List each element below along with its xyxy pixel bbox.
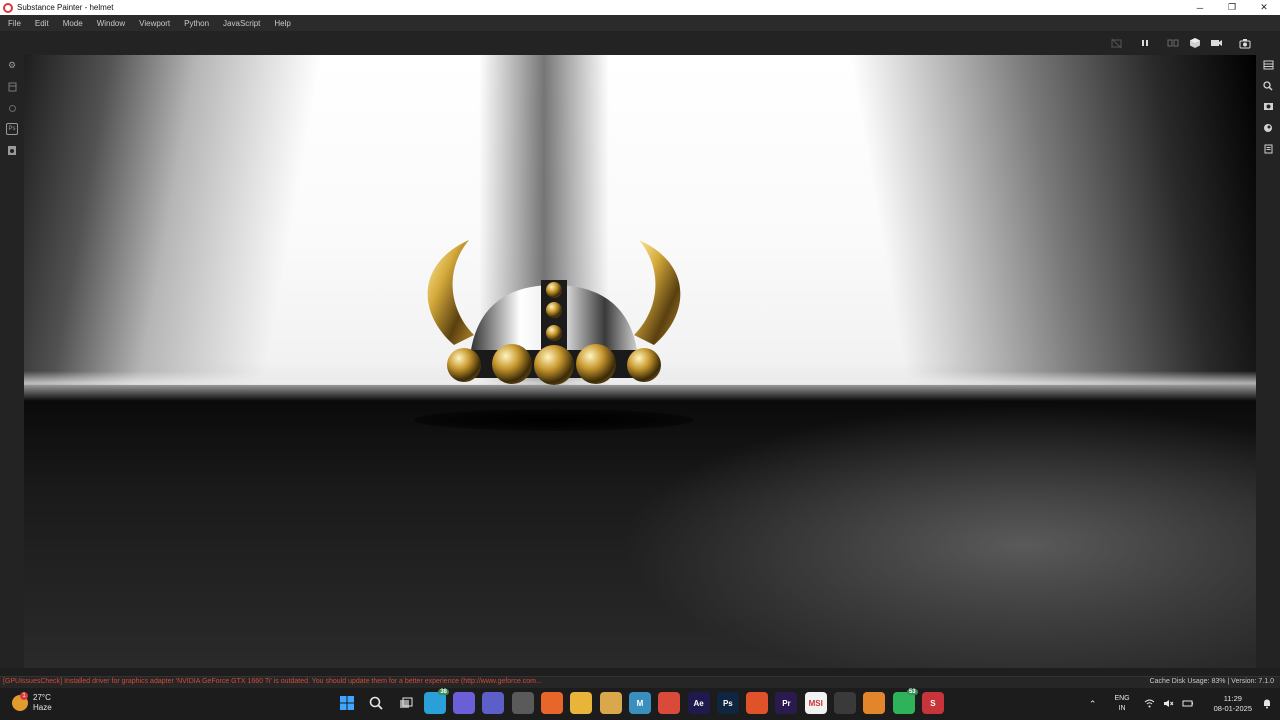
taskbar-app-label: Pr [782, 698, 791, 708]
menu-bar: File Edit Mode Window Viewport Python Ja… [0, 15, 1280, 31]
3d-viewport[interactable] [24, 55, 1256, 668]
clock[interactable]: 11:29 08-01-2025 [1214, 694, 1252, 714]
taskbar-apps: 38 M Ae Ps Pr MSI 53 S [336, 689, 951, 714]
maximize-button[interactable]: ❐ [1216, 0, 1248, 15]
clock-date: 08-01-2025 [1213, 704, 1252, 713]
blender-icon[interactable] [863, 692, 886, 714]
cache-version-info: Cache Disk Usage: 83% | Version: 7.1.0 [1149, 678, 1274, 685]
taskbar-app-label: MSI [808, 698, 823, 708]
telegram-icon[interactable]: 38 [423, 689, 449, 714]
substance-painter-icon[interactable]: S [921, 692, 944, 714]
minimize-button[interactable]: ─ [1184, 0, 1216, 15]
windows-taskbar: 1 27°C Haze 38 M Ae Ps Pr MSI 53 S ⌃ ENG IN 11:… [0, 688, 1280, 720]
photoshop-icon[interactable]: Ps [6, 123, 18, 135]
settings-icon[interactable] [511, 692, 534, 714]
window-title: Substance Painter - helmet [17, 3, 114, 12]
document-icon[interactable] [1262, 143, 1274, 155]
windows-start-icon[interactable] [336, 692, 358, 714]
settings-icon[interactable]: ⚙ [6, 59, 18, 71]
weather-badge: 1 [20, 692, 28, 700]
menu-help[interactable]: Help [270, 19, 294, 28]
weather-haze-icon: 1 [12, 692, 28, 711]
helmet-shadow [414, 409, 694, 431]
show-hidden-icons-chevron-icon[interactable]: ⌃ [1089, 699, 1097, 710]
environment-icon[interactable] [1262, 122, 1274, 134]
language-code: ENG [1114, 695, 1130, 702]
layer-icon[interactable] [6, 102, 18, 114]
right-dock [1256, 55, 1280, 668]
search-icon[interactable] [365, 692, 387, 714]
camera-icon[interactable] [1209, 36, 1223, 50]
msi-icon[interactable]: MSI [804, 692, 827, 714]
menu-viewport[interactable]: Viewport [135, 19, 174, 28]
menu-file[interactable]: File [4, 19, 25, 28]
close-button[interactable]: ✕ [1248, 0, 1280, 15]
left-dock: ⚙ Ps [0, 55, 24, 668]
copilot-icon[interactable] [453, 692, 476, 714]
brave-icon[interactable] [746, 692, 769, 714]
taskbar-app-label: M [636, 698, 644, 708]
taskbar-app-label: Ae [693, 698, 704, 708]
title-bar: Substance Painter - helmet ─ ❐ ✕ [0, 0, 1280, 15]
wifi-icon[interactable] [1144, 699, 1155, 710]
task-view-icon[interactable] [395, 692, 417, 714]
weather-description: Haze [33, 703, 52, 712]
helmet-3d-model [427, 240, 681, 385]
battery-icon[interactable] [1182, 699, 1194, 710]
system-tray: ⌃ ENG IN 11:29 08-01-2025 [1089, 692, 1272, 716]
status-bar: [GPUIssuesCheck] Installed driver for gr… [0, 676, 1280, 688]
premiere-icon[interactable]: Pr [775, 692, 798, 714]
after-effects-icon[interactable]: Ae [687, 692, 710, 714]
shelf-icon[interactable] [6, 81, 18, 93]
notification-count-badge: 53 [906, 689, 918, 695]
file-explorer-icon[interactable] [570, 692, 593, 714]
menu-javascript[interactable]: JavaScript [219, 19, 264, 28]
menu-python[interactable]: Python [180, 19, 213, 28]
screenshot-icon[interactable] [1238, 36, 1252, 50]
clock-time: 11:29 [1223, 694, 1242, 703]
zoom-icon[interactable] [1262, 80, 1274, 92]
menu-mode[interactable]: Mode [59, 19, 87, 28]
notification-count-badge: 38 [438, 689, 449, 695]
substance-designer-icon[interactable] [599, 692, 622, 714]
chrome-icon[interactable] [658, 692, 681, 714]
menu-edit[interactable]: Edit [31, 19, 53, 28]
weather-widget[interactable]: 1 27°C Haze [12, 692, 52, 713]
display-settings-icon[interactable] [1262, 101, 1274, 113]
pause-icon[interactable] [1138, 36, 1152, 50]
region-code: IN [1118, 705, 1126, 712]
notification-bell-icon[interactable] [1262, 698, 1272, 711]
split-view-icon[interactable] [1166, 36, 1180, 50]
viewport-toolbar [0, 31, 1280, 55]
teams-icon[interactable] [482, 692, 505, 714]
viewport-shading-left [24, 55, 444, 400]
maps-icon[interactable]: M [628, 692, 651, 714]
menu-window[interactable]: Window [93, 19, 129, 28]
taskbar-app-label: S [930, 698, 936, 708]
export-icon[interactable] [6, 144, 18, 156]
whatsapp-icon[interactable]: 53 [892, 689, 918, 714]
language-indicator[interactable]: ENG IN [1114, 694, 1129, 714]
taskbar-app-label: Ps [722, 698, 733, 708]
firefox-icon[interactable] [541, 692, 564, 714]
photoshop-icon[interactable]: Ps [716, 692, 739, 714]
hide-ui-icon[interactable] [1109, 36, 1123, 50]
gpu-warning-message[interactable]: [GPUIssuesCheck] Installed driver for gr… [3, 678, 542, 685]
substance-painter-logo-icon [3, 2, 13, 13]
volume-muted-icon[interactable] [1163, 699, 1174, 710]
unity-icon[interactable] [834, 692, 857, 714]
weather-temperature: 27°C [33, 693, 51, 702]
layers-panel-icon[interactable] [1262, 59, 1274, 71]
viewport-shading-right [736, 55, 1256, 400]
3d-view-icon[interactable] [1188, 36, 1202, 50]
